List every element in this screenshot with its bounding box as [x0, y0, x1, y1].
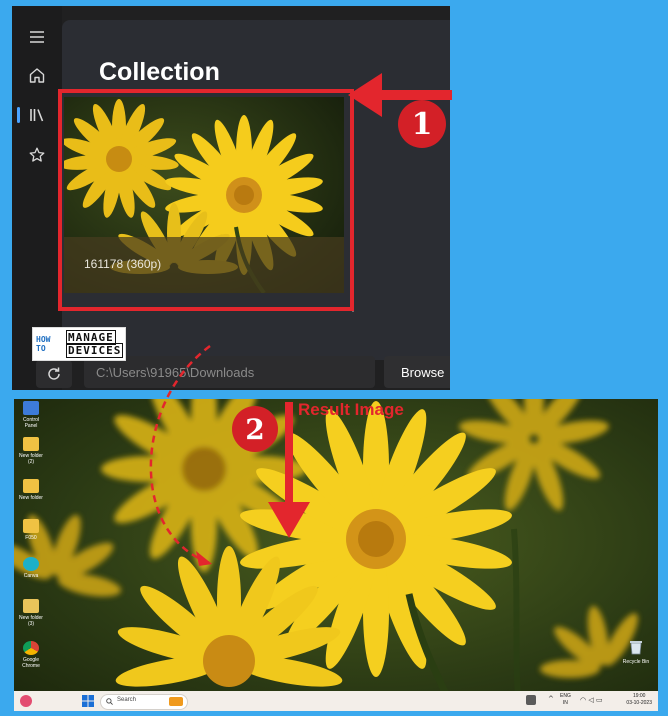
star-icon	[29, 147, 45, 162]
desktop-icon-new-folder-2[interactable]: New folder (2)	[16, 437, 46, 465]
refresh-icon	[48, 367, 60, 380]
taskbar-search[interactable]: Search	[100, 694, 188, 710]
chevron-up-icon[interactable]: ^	[548, 695, 554, 703]
logo-devices: DEVICES	[66, 343, 124, 358]
desktop-icon-label: Canva	[23, 573, 39, 579]
windows-start-icon[interactable]	[82, 695, 94, 707]
bottom-bar: Browse	[12, 356, 450, 390]
desktop-icon-recycle-bin[interactable]: Recycle Bin	[618, 639, 654, 665]
library-icon	[30, 109, 44, 122]
brand-logo: HOW TO MANAGE DEVICES	[32, 327, 126, 361]
flower-wallpaper-image	[14, 399, 658, 711]
menu-button[interactable]	[22, 22, 52, 52]
desktop-icon-control-panel[interactable]: Control Panel	[16, 401, 46, 429]
step-2-badge: 2	[232, 406, 278, 452]
folder-icon	[23, 519, 39, 533]
nav-favorites-button[interactable]	[22, 140, 52, 170]
download-path-input[interactable]	[84, 356, 375, 388]
desktop-icon-label: Control Panel	[22, 417, 40, 429]
desktop-icon-label: New folder	[19, 495, 43, 501]
language-indicator[interactable]: ENG IN	[560, 693, 571, 707]
desktop-icon-new-folder-3[interactable]: New folder (3)	[16, 599, 46, 627]
desktop-icon-label: New folder (3)	[19, 615, 43, 627]
desktop-icon-canva[interactable]: Canva	[16, 557, 46, 579]
folder-icon	[23, 479, 39, 493]
folder-icon	[23, 437, 39, 451]
desktop-icon-label: Google Chrome	[22, 657, 40, 669]
desktop-icon-label: New folder (2)	[19, 453, 43, 465]
taskbar-clock[interactable]: 19:00 03-10-2023	[626, 693, 652, 707]
canva-icon	[23, 557, 39, 571]
result-image-label: Result Image	[298, 400, 404, 419]
logo-to: TO	[36, 344, 46, 353]
hamburger-icon	[30, 31, 44, 43]
folder-icon	[23, 599, 39, 613]
page-title: Collection	[99, 58, 220, 86]
refresh-button[interactable]	[36, 360, 72, 388]
highlight-box	[58, 89, 354, 311]
search-icon	[106, 698, 113, 705]
search-highlight-icon	[169, 697, 183, 706]
browse-button[interactable]: Browse	[384, 356, 450, 388]
logo-how: HOW	[36, 335, 51, 344]
wifi-volume-battery-icons[interactable]: ◠ ◁ ▭	[580, 696, 603, 704]
nav-home-button[interactable]	[22, 60, 52, 90]
taskbar: Search ^ ENG IN ◠ ◁ ▭ 19:00 03-10-2023	[14, 691, 658, 711]
desktop-icon-new-folder[interactable]: New folder	[16, 479, 46, 501]
nav-active-indicator	[17, 107, 20, 123]
taskbar-app-icon[interactable]	[526, 695, 536, 705]
control-panel-icon	[23, 401, 39, 415]
desktop-icon-label: F050	[25, 535, 37, 541]
desktop-icon-label: Recycle Bin	[622, 659, 650, 665]
search-label: Search	[117, 697, 137, 703]
step-1-badge: 1	[398, 100, 446, 148]
desktop-icon-f050[interactable]: F050	[16, 519, 46, 541]
home-icon	[29, 68, 45, 83]
desktop-icon-google-chrome[interactable]: Google Chrome	[16, 641, 46, 669]
widgets-icon[interactable]	[20, 695, 32, 707]
recycle-bin-icon	[630, 641, 642, 655]
nav-library-button[interactable]	[22, 100, 52, 130]
chrome-icon	[23, 641, 39, 655]
desktop-wallpaper: Control Panel New folder (2) New folder …	[14, 399, 658, 711]
